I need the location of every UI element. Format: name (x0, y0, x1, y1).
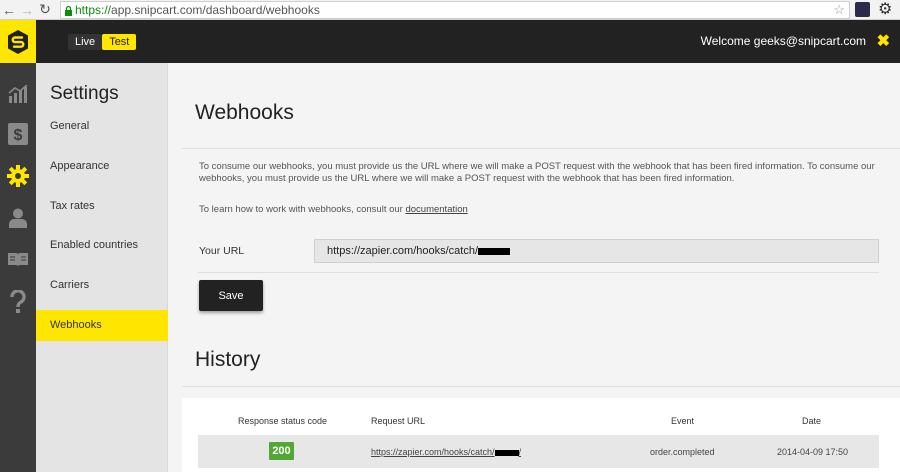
divider (182, 148, 900, 149)
welcome-text: Welcome geeks@snipcart.com (700, 34, 866, 48)
save-button[interactable]: Save (199, 280, 263, 311)
lock-icon (61, 1, 75, 19)
webhooks-description: To consume our webhooks, you must provid… (199, 161, 875, 184)
sidebar-item-general[interactable]: General (36, 111, 168, 142)
url-text: app.snipcart.com/dashboard/webhooks (111, 3, 320, 17)
browser-toolbar: ← → ↻ https://app.snipcart.com/dashboard… (0, 0, 900, 20)
browser-menu-gear-icon[interactable]: ⚙ (878, 0, 892, 20)
redacted-block (478, 247, 511, 255)
sidebar-item-enabled-countries[interactable]: Enabled countries (36, 230, 168, 261)
column-header-request-url: Request URL (371, 416, 426, 426)
learn-more-prefix: To learn how to work with webhooks, cons… (199, 204, 406, 215)
divider (198, 272, 879, 273)
date-cell: 2014-04-09 17:50 (777, 447, 849, 457)
request-url-value: https://zapier.com/hooks/catch/ (371, 447, 495, 457)
learn-more-text: To learn how to work with webhooks, cons… (199, 204, 468, 215)
env-live-button[interactable]: Live (68, 34, 103, 50)
sidebar-item-tax-rates[interactable]: Tax rates (36, 191, 168, 222)
bookmark-star-icon[interactable]: ☆ (833, 2, 845, 18)
chart-icon[interactable] (0, 77, 36, 111)
app-header: Live Test Welcome geeks@snipcart.com ✖ (0, 20, 900, 63)
webhook-url-input[interactable]: https://zapier.com/hooks/catch/ (314, 239, 879, 263)
history-title: History (195, 348, 261, 371)
extension-icon[interactable] (855, 2, 870, 17)
column-header-date: Date (802, 416, 822, 426)
url-scheme: https:// (75, 3, 112, 17)
request-url-suffix: / (518, 447, 522, 457)
documentation-link[interactable]: documentation (405, 204, 467, 215)
request-url-link[interactable]: https://zapier.com/hooks/catch/ / (371, 447, 521, 457)
main-content: Webhooks To consume our webhooks, you mu… (168, 63, 900, 472)
env-test-button[interactable]: Test (102, 34, 137, 50)
column-header-status: Response status code (238, 416, 328, 426)
gear-icon[interactable] (0, 159, 36, 193)
svg-text:$: $ (14, 127, 23, 144)
sidebar-item-webhooks[interactable]: Webhooks (36, 310, 168, 341)
webhook-url-value: https://zapier.com/hooks/catch/ (327, 245, 479, 257)
snipcart-logo-icon[interactable] (0, 20, 36, 63)
icon-rail: $ (0, 63, 36, 472)
close-icon[interactable]: ✖ (877, 20, 890, 63)
forward-icon[interactable]: → (18, 1, 36, 19)
event-cell: order.completed (650, 447, 715, 457)
environment-toggle: Live Test (68, 34, 137, 50)
settings-title: Settings (50, 83, 119, 104)
settings-sidebar: Settings General Appearance Tax rates En… (36, 63, 168, 472)
user-icon[interactable] (0, 201, 36, 235)
reload-icon[interactable]: ↻ (36, 1, 54, 19)
divider (182, 386, 900, 387)
sidebar-item-appearance[interactable]: Appearance (36, 151, 168, 182)
your-url-label: Your URL (199, 245, 245, 257)
status-badge: 200 (269, 442, 294, 460)
help-icon[interactable] (0, 285, 36, 319)
column-header-event: Event (671, 416, 695, 426)
sidebar-item-carriers[interactable]: Carriers (36, 270, 168, 301)
redacted-block (494, 449, 519, 456)
address-bar[interactable]: https://app.snipcart.com/dashboard/webho… (60, 1, 850, 19)
book-icon[interactable] (0, 243, 36, 277)
back-icon[interactable]: ← (0, 1, 18, 19)
page-title: Webhooks (195, 101, 294, 124)
dollar-icon[interactable]: $ (0, 117, 36, 151)
